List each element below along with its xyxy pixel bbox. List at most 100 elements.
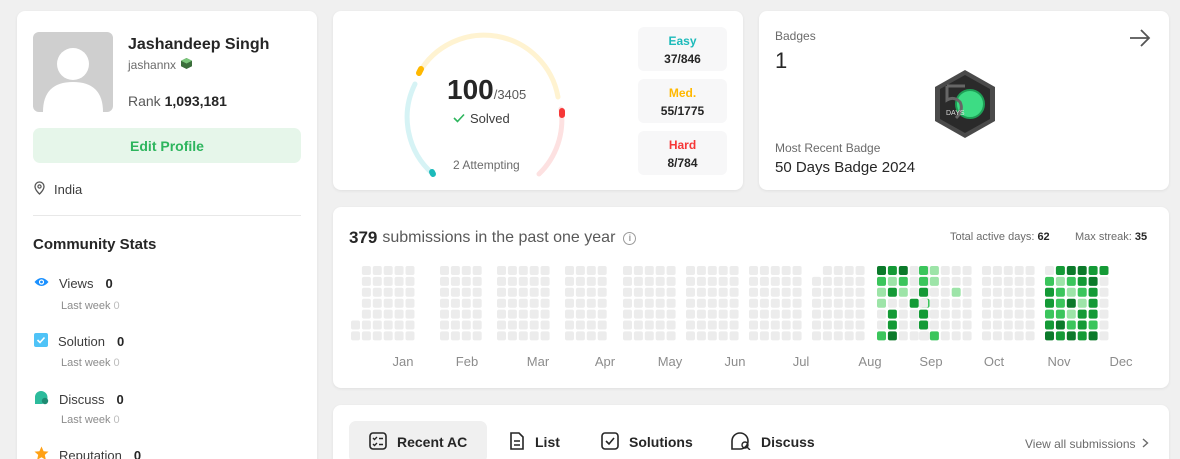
heatmap-cell[interactable] (951, 309, 961, 319)
heatmap-cell[interactable] (1055, 331, 1065, 341)
heatmap-cell[interactable] (450, 287, 460, 297)
heatmap-cell[interactable] (529, 287, 539, 297)
heatmap-cell[interactable] (887, 287, 897, 297)
heatmap-cell[interactable] (361, 331, 371, 341)
heatmap-cell[interactable] (461, 276, 471, 286)
heatmap-cell[interactable] (781, 309, 791, 319)
heatmap-cell[interactable] (909, 331, 919, 341)
heatmap-cell[interactable] (962, 309, 972, 319)
heatmap-cell[interactable] (770, 276, 780, 286)
heatmap-cell[interactable] (919, 320, 928, 330)
heatmap-cell[interactable] (951, 320, 961, 330)
heatmap-cell[interactable] (405, 320, 415, 330)
heatmap-cell[interactable] (1045, 320, 1054, 330)
heatmap-cell[interactable] (461, 298, 471, 308)
heatmap-cell[interactable] (540, 298, 550, 308)
heatmap-cell[interactable] (1077, 266, 1087, 275)
heatmap-cell[interactable] (540, 276, 550, 286)
heatmap-cell[interactable] (565, 276, 574, 286)
heatmap-cell[interactable] (898, 298, 908, 308)
heatmap-cell[interactable] (586, 331, 596, 341)
heatmap-cell[interactable] (655, 287, 665, 297)
heatmap-cell[interactable] (655, 298, 665, 308)
tab-discuss[interactable]: Discuss (711, 421, 835, 459)
heatmap-cell[interactable] (565, 309, 574, 319)
heatmap-cell[interactable] (372, 287, 382, 297)
heatmap-cell[interactable] (472, 276, 482, 286)
heatmap-cell[interactable] (497, 309, 506, 319)
heatmap-cell[interactable] (644, 266, 654, 275)
heatmap-cell[interactable] (372, 309, 382, 319)
heatmap-cell[interactable] (759, 266, 769, 275)
heatmap-cell[interactable] (623, 266, 632, 275)
heatmap-cell[interactable] (394, 331, 404, 341)
heatmap-cell[interactable] (962, 331, 972, 341)
tab-recent-ac[interactable]: Recent AC (349, 421, 488, 459)
edit-profile-button[interactable]: Edit Profile (33, 128, 301, 163)
heatmap-cell[interactable] (759, 276, 769, 286)
avatar[interactable] (33, 32, 113, 112)
heatmap-cell[interactable] (1088, 320, 1098, 330)
heatmap-cell[interactable] (497, 298, 506, 308)
heatmap-cell[interactable] (696, 320, 706, 330)
heatmap-cell[interactable] (565, 266, 574, 275)
heatmap-cell[interactable] (440, 266, 449, 275)
heatmap-cell[interactable] (898, 320, 908, 330)
heatmap-cell[interactable] (540, 320, 550, 330)
heatmap-cell[interactable] (749, 276, 758, 286)
heatmap-cell[interactable] (440, 298, 449, 308)
heatmap-cell[interactable] (855, 276, 865, 286)
heatmap-cell[interactable] (992, 287, 1002, 297)
heatmap-cell[interactable] (686, 298, 695, 308)
heatmap-cell[interactable] (1003, 320, 1013, 330)
heatmap-cell[interactable] (644, 309, 654, 319)
heatmap-cell[interactable] (1099, 276, 1109, 286)
heatmap-cell[interactable] (450, 309, 460, 319)
heatmap-cell[interactable] (633, 287, 643, 297)
heatmap-cell[interactable] (586, 320, 596, 330)
heatmap-cell[interactable] (575, 276, 585, 286)
heatmap-cell[interactable] (529, 298, 539, 308)
heatmap-cell[interactable] (518, 287, 528, 297)
heatmap-cell[interactable] (507, 309, 517, 319)
heatmap-cell[interactable] (1066, 320, 1076, 330)
heatmap-cell[interactable] (781, 266, 791, 275)
heatmap-cell[interactable] (729, 320, 739, 330)
heatmap-cell[interactable] (1045, 287, 1054, 297)
heatmap-cell[interactable] (575, 320, 585, 330)
heatmap-cell[interactable] (982, 309, 991, 319)
heatmap-cell[interactable] (507, 298, 517, 308)
heatmap-cell[interactable] (962, 266, 972, 275)
heatmap-cell[interactable] (1014, 287, 1024, 297)
heatmap-cell[interactable] (655, 331, 665, 341)
heatmap-cell[interactable] (361, 309, 371, 319)
heatmap-cell[interactable] (666, 331, 676, 341)
heatmap-cell[interactable] (394, 309, 404, 319)
heatmap-cell[interactable] (497, 287, 506, 297)
heatmap-cell[interactable] (729, 276, 739, 286)
heatmap-cell[interactable] (707, 287, 717, 297)
heatmap-cell[interactable] (844, 266, 854, 275)
heatmap-cell[interactable] (644, 298, 654, 308)
heatmap-cell[interactable] (844, 309, 854, 319)
heatmap-cell[interactable] (759, 309, 769, 319)
arrow-right-icon[interactable] (1129, 29, 1151, 52)
heatmap-cell[interactable] (812, 320, 821, 330)
heatmap-cell[interactable] (844, 320, 854, 330)
heatmap-cell[interactable] (351, 320, 360, 330)
heatmap-cell[interactable] (575, 331, 585, 341)
heatmap-cell[interactable] (855, 309, 865, 319)
heatmap-cell[interactable] (655, 276, 665, 286)
heatmap-cell[interactable] (982, 266, 991, 275)
heatmap-cell[interactable] (655, 309, 665, 319)
heatmap-cell[interactable] (575, 298, 585, 308)
heatmap-cell[interactable] (833, 266, 843, 275)
heatmap-cell[interactable] (729, 287, 739, 297)
heatmap-cell[interactable] (951, 266, 961, 275)
heatmap-cell[interactable] (623, 320, 632, 330)
heatmap-cell[interactable] (472, 287, 482, 297)
heatmap-cell[interactable] (898, 276, 908, 286)
heatmap-cell[interactable] (586, 287, 596, 297)
heatmap-cell[interactable] (792, 309, 802, 319)
heatmap-cell[interactable] (1099, 320, 1109, 330)
